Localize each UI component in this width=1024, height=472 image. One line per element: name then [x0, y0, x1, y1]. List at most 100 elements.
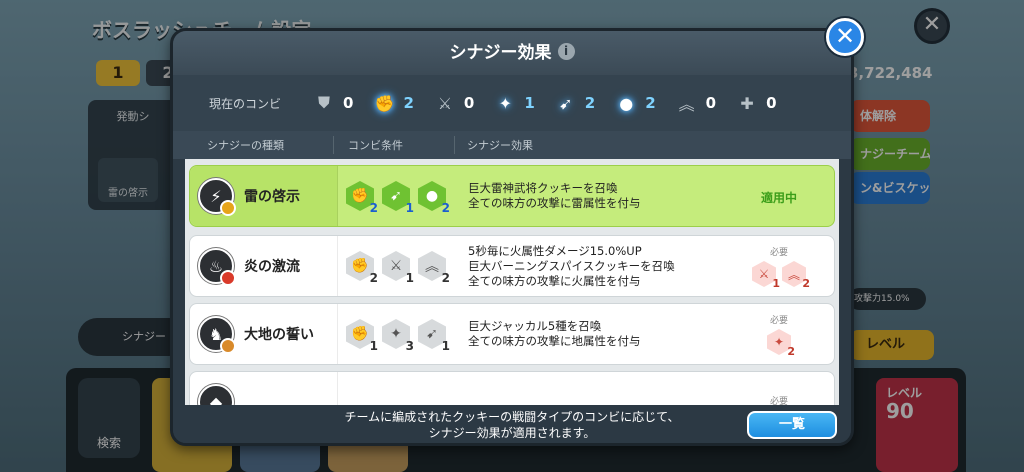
combo-item: ✊ 2 — [373, 92, 413, 114]
required-badges: ✦ 2 — [724, 329, 834, 358]
combo-count: 1 — [524, 94, 535, 112]
effect-line: 巨大雷神武将クッキーを召喚 — [468, 181, 618, 195]
element-badge-icon — [220, 338, 236, 354]
info-icon[interactable]: i — [557, 43, 575, 60]
bomb-icon: ● — [619, 93, 634, 113]
element-badge-icon — [220, 270, 236, 286]
required-badge: ⚔ 1 — [752, 261, 780, 290]
shield-icon: ⛊ — [317, 93, 330, 112]
effect-line: 巨大ジャッカル5種を召喚 — [468, 319, 602, 333]
condition-count: 1 — [441, 339, 450, 353]
required-count: 1 — [772, 277, 780, 290]
table-header: シナジーの種類 コンビ条件 シナジー効果 — [173, 131, 851, 159]
current-combo-row: 現在のコンビ ⛊ 0 ✊ 2 ⚔ 0 ✦ 1 ➹ 2 ● 2 ︽ 0 ✚ 0 — [173, 75, 851, 131]
combo-item: ➹ 2 — [555, 92, 595, 114]
synergy-status: 必要 — [724, 394, 834, 405]
condition-badge: ⚔ 1 — [382, 251, 414, 285]
combo-label: 現在のコンビ — [209, 96, 282, 111]
applied-label: 適用中 — [760, 190, 797, 205]
synergy-row[interactable]: ♞ 大地の誓い ✊ 1 ✦ 3 ➹ 1 巨大ジャッカル5種を召喚 全ての味方の攻撃に地属性を付与 必… — [189, 303, 835, 365]
required-badges: ⚔ 1 ︽ 2 — [724, 261, 834, 290]
modal-header: シナジー効果 i — [173, 31, 851, 75]
synergy-row[interactable]: ⚡ 雷の啓示 ✊ 2 ➹ 1 ● 2 巨大雷神武将クッキーを召喚 全ての味方の攻撃に雷属性を付与適… — [189, 165, 835, 227]
header-cond: コンビ条件 — [348, 139, 403, 152]
condition-badge: ✊ 2 — [346, 251, 378, 285]
synergy-effect: 5秒毎に火属性ダメージ15.0%UP 巨大バーニングスパイスクッキーを召喚 全ての味… — [458, 244, 724, 289]
arrow-icon: ➹ — [559, 93, 573, 113]
fire-icon: ♨ — [198, 248, 236, 286]
combo-count: 0 — [343, 94, 354, 112]
combo-condition: ✊ 1 ✦ 3 ➹ 1 — [338, 319, 458, 353]
condition-count: 2 — [441, 271, 450, 285]
combo-count: 2 — [403, 94, 414, 112]
condition-badge: ➹ 1 — [418, 319, 450, 353]
plus-icon: ✚ — [740, 93, 754, 113]
effect-line: 全ての味方の攻撃に火属性を付与 — [468, 273, 641, 288]
required-label: 必要 — [769, 248, 788, 258]
condition-count: 2 — [369, 271, 378, 285]
combo-count: 0 — [463, 94, 475, 112]
combo-item: ● 2 — [615, 92, 655, 114]
synergy-effect: 巨大雷神武将クッキーを召喚 全ての味方の攻撃に雷属性を付与 — [458, 181, 724, 211]
combo-item: ✦ 1 — [494, 92, 535, 114]
combo-count: 2 — [645, 94, 656, 112]
chevron-up-icon: ︽ — [678, 95, 695, 114]
header-effect: シナジー効果 — [467, 139, 533, 152]
required-label: 必要 — [769, 397, 788, 405]
synergy-name-cell: ⚡ 雷の啓示 — [190, 166, 338, 226]
required-count: 2 — [787, 345, 795, 358]
required-count: 2 — [802, 277, 810, 290]
synergy-name-cell: ♞ 大地の誓い — [190, 304, 338, 364]
condition-count: 3 — [405, 339, 414, 353]
condition-badge: ● 2 — [418, 181, 450, 215]
element-badge-icon — [220, 200, 236, 216]
effect-line: 5秒毎に火属性ダメージ15.0%UP — [468, 243, 642, 258]
combo-count: 0 — [705, 94, 717, 112]
synergy-emblem-icon: ◆ — [198, 384, 234, 405]
fist-icon: ✊ — [374, 93, 395, 113]
required-badge: ✦ 2 — [767, 329, 795, 358]
synergy-name-cell: ♨ 炎の激流 — [190, 236, 338, 296]
combo-count: 2 — [584, 94, 596, 112]
effect-line: 巨大バーニングスパイスクッキーを召喚 — [468, 258, 675, 273]
condition-count: 1 — [369, 339, 378, 353]
condition-badge: ✦ 3 — [382, 319, 414, 353]
combo-items: ⛊ 0 ✊ 2 ⚔ 0 ✦ 1 ➹ 2 ● 2 ︽ 0 ✚ 0 — [313, 92, 797, 114]
required-label: 必要 — [769, 316, 788, 326]
synergy-name: 炎の激流 — [244, 259, 300, 275]
condition-badge: ✊ 1 — [346, 319, 378, 353]
synergy-status: 必要 ✦ 2 — [724, 313, 834, 358]
list-button[interactable]: 一覧 — [747, 411, 837, 439]
combo-item: ⛊ 0 — [313, 92, 353, 114]
condition-count: 2 — [369, 201, 378, 215]
combo-condition: ✊ 2 ➹ 1 ● 2 — [338, 181, 458, 215]
lightning-icon: ⚡ — [198, 178, 236, 216]
synergy-name: 大地の誓い — [244, 327, 314, 343]
synergy-name-cell: ◆ — [190, 372, 338, 405]
condition-count: 2 — [441, 201, 450, 215]
combo-item: ⚔ 0 — [434, 92, 475, 114]
combo-count: 0 — [766, 94, 777, 112]
combo-item: ✚ 0 — [736, 92, 776, 114]
synergy-status: 必要 ⚔ 1 ︽ 2 — [724, 245, 834, 290]
close-button[interactable]: ✕ — [826, 18, 864, 56]
dagger-icon: ⚔ — [437, 93, 453, 113]
synergy-row-partial[interactable]: ◆ 必要 — [189, 371, 835, 405]
condition-badge: ︽ 2 — [418, 251, 450, 285]
condition-count: 1 — [405, 201, 414, 215]
modal-title: シナジー効果 — [449, 43, 552, 63]
synergy-name: 雷の啓示 — [244, 189, 300, 205]
jackal-icon: ♞ — [198, 316, 236, 354]
condition-count: 1 — [405, 271, 414, 285]
required-badge: ︽ 2 — [782, 261, 810, 290]
synergy-row[interactable]: ♨ 炎の激流 ✊ 2 ⚔ 1 ︽ 2 5秒毎に火属性ダメージ15.0%UP 巨大バーニングスパイス… — [189, 235, 835, 297]
combo-condition: ✊ 2 ⚔ 1 ︽ 2 — [338, 251, 458, 285]
header-type: シナジーの種類 — [207, 139, 284, 152]
synergy-list[interactable]: ⚡ 雷の啓示 ✊ 2 ➹ 1 ● 2 巨大雷神武将クッキーを召喚 全ての味方の攻撃に雷属性を付与適… — [185, 159, 839, 405]
combo-item: ︽ 0 — [676, 92, 716, 114]
condition-badge: ➹ 1 — [382, 181, 414, 215]
effect-line: 全ての味方の攻撃に雷属性を付与 — [468, 196, 641, 210]
synergy-modal: シナジー効果 i 現在のコンビ ⛊ 0 ✊ 2 ⚔ 0 ✦ 1 ➹ 2 ● 2 ︽ 0 ✚ 0 シナジーの種類 … — [170, 28, 854, 446]
effect-line: 全ての味方の攻撃に地属性を付与 — [468, 334, 641, 348]
magic-icon: ✦ — [498, 93, 513, 113]
